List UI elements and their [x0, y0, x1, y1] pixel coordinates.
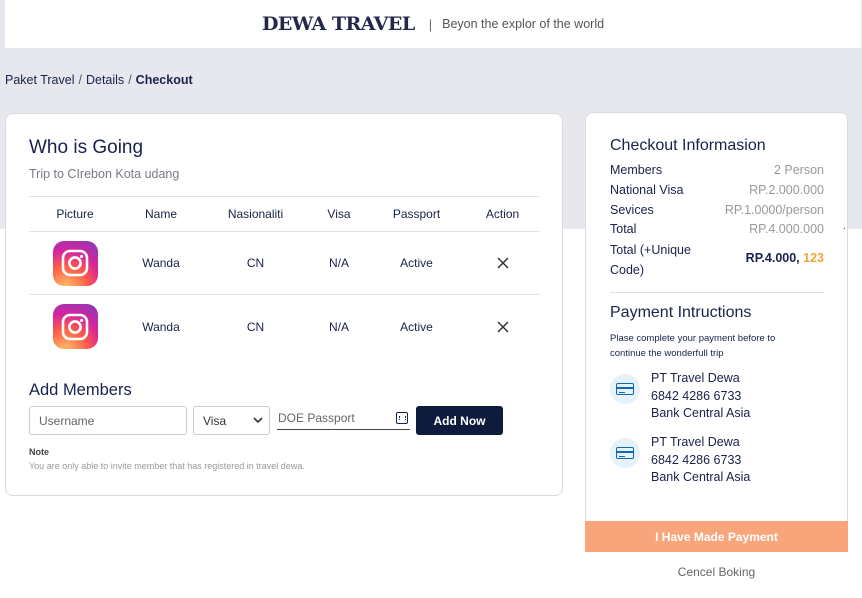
breadcrumb-details[interactable]: Details [86, 73, 124, 87]
top-header: DEWA TRAVEL | Beyon the explor of the wo… [5, 0, 861, 48]
bank-account-number: 6842 4286 6733 [651, 388, 742, 403]
member-nationality: CN [246, 319, 265, 334]
checkout-row-value: RP.2.000.000 [749, 183, 824, 197]
bank-account-number: 6842 4286 6733 [651, 452, 742, 467]
made-payment-button[interactable]: I Have Made Payment [585, 521, 848, 552]
bank-name: Bank Central Asia [651, 470, 751, 484]
dewa-travel-logo[interactable]: DEWA TRAVEL [262, 13, 415, 35]
close-icon[interactable] [496, 320, 510, 334]
breadcrumb-separator: / [128, 73, 132, 87]
checkout-row-members: Members 2 Person [610, 163, 824, 177]
header-tagline: Beyon the explor of the world [442, 17, 605, 31]
total-unique-amount: RP.4.000, [745, 251, 800, 265]
who-is-going-title: Who is Going [29, 137, 144, 158]
member-nationality: CN [246, 256, 265, 270]
doe-passport-input[interactable]: DOE Passport [277, 406, 410, 430]
action-cell [465, 320, 540, 334]
unique-code: 123 [803, 251, 824, 265]
checkout-row-label: Sevices [610, 203, 654, 217]
column-header-picture: Picture [56, 207, 94, 221]
divider [610, 292, 824, 293]
member-visa: N/A [328, 319, 349, 334]
member-name: Wanda [142, 256, 180, 270]
action-cell [465, 256, 540, 270]
checkout-row-total-unique: Total (+Unique Code) RP.4.000, 123 [610, 240, 824, 280]
bank-account-item: PT Travel Dewa 6842 4286 6733 Bank Centr… [610, 434, 824, 487]
breadcrumb-checkout: Checkout [135, 73, 193, 87]
visa-select-value: Visa [203, 413, 227, 428]
checkout-row-label: National Visa [610, 183, 684, 197]
column-header-action: Action [485, 207, 520, 221]
bank-details: PT Travel Dewa 6842 4286 6733 Bank Centr… [651, 434, 750, 487]
total-unique-label: Total (+Unique Code) [610, 243, 691, 277]
members-table-header: Picture Name Nasionaliti Visa Passport A… [29, 196, 540, 232]
instagram-icon [52, 240, 98, 286]
add-members-title: Add Members [29, 381, 132, 399]
column-header-name: Name [144, 207, 177, 221]
note-title: Note [29, 447, 49, 457]
checkout-row-value: RP.4.000.000 [749, 222, 824, 236]
trip-subtitle: Trip to CIrebon Kota udang [29, 167, 180, 181]
member-name: Wanda [142, 319, 180, 334]
payment-instructions-title: Payment Intructions [610, 304, 752, 321]
close-icon[interactable] [496, 256, 510, 270]
checkout-row-national-visa: National Visa RP.2.000.000 [610, 183, 824, 197]
column-header-nationality: Nasionaliti [227, 207, 284, 221]
table-row: Wanda CN N/A Active [29, 232, 540, 295]
checkout-row-label: Members [610, 163, 663, 177]
header-separator: | [428, 16, 433, 32]
checkout-info-card: Checkout Informasion Members 2 Person Na… [585, 112, 848, 522]
checkout-info-title: Checkout Informasion [610, 137, 766, 154]
username-input[interactable]: Username [29, 406, 187, 435]
member-passport: Active [400, 256, 433, 270]
cancel-booking-link[interactable]: Cencel Boking [585, 565, 848, 579]
visa-select[interactable]: Visa [193, 406, 270, 435]
bank-account-item: PT Travel Dewa 6842 4286 6733 Bank Centr… [610, 370, 824, 423]
payment-instructions-text: Plase complete your payment before to co… [610, 333, 776, 359]
members-table: Picture Name Nasionaliti Visa Passport A… [29, 196, 540, 358]
breadcrumb-separator: / [78, 73, 82, 87]
bank-account-name: PT Travel Dewa [651, 371, 740, 385]
picture-cell [29, 304, 121, 349]
note-text: You are only able to invite member that … [29, 461, 305, 471]
breadcrumb-paket-travel[interactable]: Paket Travel [5, 73, 74, 87]
bank-details: PT Travel Dewa 6842 4286 6733 Bank Centr… [651, 370, 750, 423]
member-visa: N/A [328, 256, 349, 270]
bank-name: Bank Central Asia [651, 406, 751, 420]
instagram-icon [52, 304, 98, 349]
credit-card-icon [610, 438, 640, 468]
column-header-passport: Passport [392, 207, 441, 221]
bank-account-name: PT Travel Dewa [651, 435, 740, 449]
picture-cell [29, 240, 121, 286]
chevron-down-icon [253, 417, 263, 424]
table-row: Wanda CN N/A Active [29, 295, 540, 358]
who-is-going-card: Who is Going Trip to CIrebon Kota udang … [5, 113, 563, 496]
checkout-row-services: Sevices RP.1.0000/person [610, 203, 824, 217]
member-passport: Active [400, 319, 433, 334]
checkout-row-value: RP.1.0000/person [724, 203, 824, 217]
checkout-row-total: Total RP.4.000.000 [610, 222, 824, 236]
total-unique-value: RP.4.000, 123 [746, 248, 824, 268]
doe-passport-placeholder: DOE Passport [278, 410, 355, 425]
breadcrumb: Paket Travel / Details / Checkout [5, 73, 193, 87]
stray-dot: . [843, 221, 846, 232]
checkout-row-label: Total [610, 222, 637, 236]
add-now-button[interactable]: Add Now [416, 406, 503, 435]
checkout-row-value: 2 Person [773, 163, 824, 177]
calendar-icon[interactable] [396, 411, 408, 424]
credit-card-icon [610, 374, 640, 404]
column-header-visa: Visa [327, 207, 351, 221]
